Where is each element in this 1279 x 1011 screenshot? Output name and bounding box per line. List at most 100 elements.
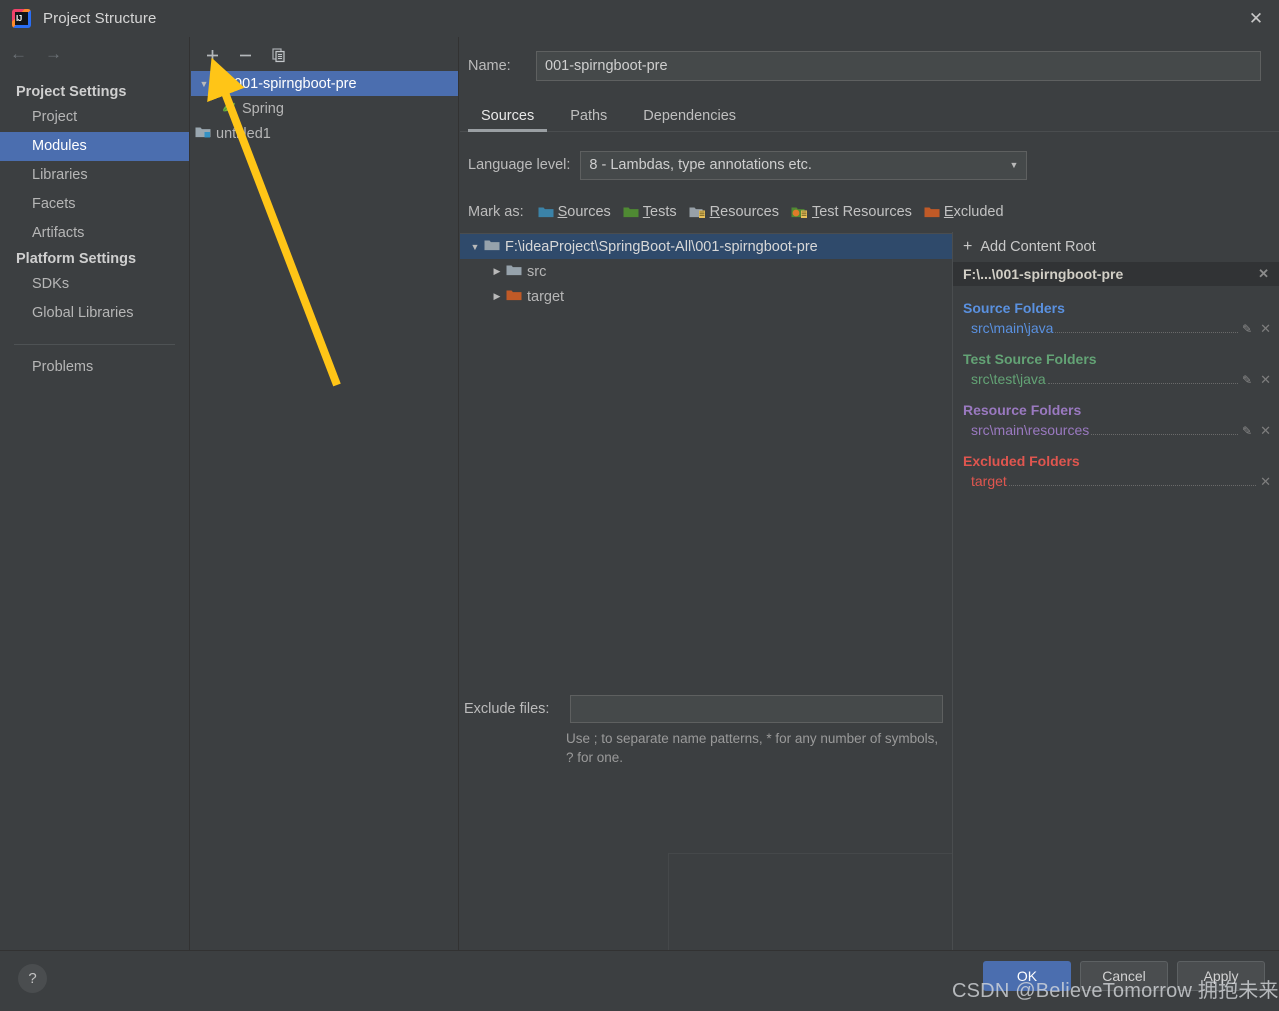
ok-button[interactable]: OK <box>983 961 1071 991</box>
exclude-files-input[interactable] <box>570 695 943 723</box>
remove-folder-icon[interactable]: ✕ <box>1260 372 1271 388</box>
folder-resources-icon <box>689 207 705 218</box>
chevron-down-icon[interactable]: ▼ <box>195 79 213 89</box>
remove-module-icon[interactable] <box>238 48 253 63</box>
source-folder-path: src\main\java <box>971 320 1054 336</box>
close-icon[interactable]: ✕ <box>1233 0 1279 37</box>
mark-as-tests-button[interactable]: Tests <box>623 204 677 220</box>
content-root-child-row[interactable]: ▶ target <box>460 284 952 309</box>
mark-as-test-resources-button[interactable]: Test Resources <box>791 204 912 220</box>
tab-sources[interactable]: Sources <box>468 104 548 132</box>
copy-module-icon[interactable] <box>271 47 287 63</box>
add-content-root-button[interactable]: + Add Content Root <box>953 232 1279 262</box>
help-button[interactable]: ? <box>18 964 47 993</box>
chevron-down-icon: ▼ <box>1009 160 1019 170</box>
language-level-label: Language level: <box>468 157 571 173</box>
tab-paths[interactable]: Paths <box>557 104 620 131</box>
remove-content-root-icon[interactable]: ✕ <box>1258 266 1269 282</box>
resource-folder-entry[interactable]: src\main\resources ✎ ✕ <box>963 422 1279 439</box>
tree-row[interactable]: ▼ 001-spirngboot-pre <box>191 71 458 96</box>
mark-as-excluded-button[interactable]: Excluded <box>924 204 1004 220</box>
sidebar-item-facets[interactable]: Facets <box>0 190 189 219</box>
module-tabs: Sources Paths Dependencies <box>460 101 1279 132</box>
leader-line <box>1008 485 1257 486</box>
sidebar-item-global-libraries[interactable]: Global Libraries <box>0 299 189 328</box>
tree-row-label: 001-spirngboot-pre <box>234 75 357 92</box>
test-source-folders-group: Test Source Folders src\test\java ✎ ✕ <box>953 351 1279 388</box>
tree-row-label: untitled1 <box>216 125 271 142</box>
add-module-icon[interactable] <box>205 48 220 63</box>
excluded-folder-entry[interactable]: target ✕ <box>963 473 1279 490</box>
sidebar-item-sdks[interactable]: SDKs <box>0 270 189 299</box>
tab-dependencies[interactable]: Dependencies <box>630 104 749 131</box>
module-tree-toolbar <box>191 37 458 65</box>
module-name-input[interactable] <box>536 51 1261 81</box>
chevron-right-icon[interactable]: ▶ <box>488 291 506 302</box>
content-root-header-label: F:\...\001-spirngboot-pre <box>963 266 1124 282</box>
leader-line <box>1091 434 1239 435</box>
sidebar-item-problems[interactable]: Problems <box>0 353 189 382</box>
test-source-folder-path: src\test\java <box>971 371 1046 387</box>
content-root-row[interactable]: ▼ F:\ideaProject\SpringBoot-All\001-spir… <box>460 234 952 259</box>
window-title: Project Structure <box>43 10 157 27</box>
excluded-folder-path: target <box>971 473 1007 489</box>
mark-excluded-mnemonic: E <box>943 204 954 220</box>
apply-button[interactable]: Apply <box>1177 961 1265 991</box>
logo-text: IJ <box>16 14 22 23</box>
folder-sources-icon <box>538 207 554 218</box>
mark-resources-mnemonic: R <box>709 204 721 220</box>
dialog-bottom-bar: ? OK Cancel Apply <box>0 950 1279 1011</box>
remove-folder-icon[interactable]: ✕ <box>1260 423 1271 439</box>
test-source-folder-entry[interactable]: src\test\java ✎ ✕ <box>963 371 1279 388</box>
mark-tests-mnemonic: T <box>642 204 651 220</box>
edit-pencil-icon[interactable]: ✎ <box>1242 424 1252 438</box>
sidebar-item-libraries[interactable]: Libraries <box>0 161 189 190</box>
content-root-child-label: src <box>527 263 547 280</box>
chevron-right-icon[interactable]: ▶ <box>488 266 506 277</box>
folder-excluded-icon <box>924 207 940 218</box>
mark-as-sources-button[interactable]: Sources <box>538 204 611 220</box>
module-folder-icon <box>195 125 211 143</box>
tree-row[interactable]: untitled1 <box>191 121 458 146</box>
content-roots-panel: + Add Content Root F:\...\001-spirngboot… <box>952 232 1279 950</box>
exclude-files-line: Exclude files: <box>460 695 952 723</box>
resource-folders-title: Resource Folders <box>963 402 1082 418</box>
content-root-child-label: target <box>527 288 565 305</box>
back-arrow-icon[interactable]: ← <box>10 45 27 62</box>
sidebar-divider <box>14 344 175 345</box>
exclude-files-row: Exclude files: Use ; to separate name pa… <box>460 695 952 767</box>
leader-line <box>1055 332 1239 333</box>
sidebar-item-modules[interactable]: Modules <box>0 132 189 161</box>
title-bar: IJ Project Structure ✕ <box>0 0 1279 37</box>
forward-arrow-icon[interactable]: → <box>45 45 62 62</box>
folder-test-resources-icon <box>791 207 807 218</box>
sidebar-list: Project Settings Project Modules Librari… <box>0 81 189 382</box>
project-structure-dialog: IJ Project Structure ✕ ← → Project Setti… <box>0 0 1279 1011</box>
remove-folder-icon[interactable]: ✕ <box>1260 321 1271 337</box>
mark-as-resources-button[interactable]: Resources <box>689 204 779 220</box>
cancel-button[interactable]: Cancel <box>1080 961 1168 991</box>
chevron-down-icon[interactable]: ▼ <box>466 242 484 252</box>
module-tree-panel: ▼ 001-spirngboot-pre Spring untitled1 <box>191 37 459 950</box>
sidebar-item-project[interactable]: Project <box>0 103 189 132</box>
content-root-child-row[interactable]: ▶ src <box>460 259 952 284</box>
exclude-files-label: Exclude files: <box>464 701 550 717</box>
mark-sources-mnemonic: S <box>557 204 568 220</box>
language-level-select[interactable]: 8 - Lambdas, type annotations etc. ▼ <box>580 150 1028 180</box>
tree-row[interactable]: Spring <box>191 96 458 121</box>
source-folder-entry[interactable]: src\main\java ✎ ✕ <box>963 320 1279 337</box>
source-folders-group: Source Folders src\main\java ✎ ✕ <box>953 300 1279 337</box>
module-name-label: Name: <box>468 58 511 74</box>
module-name-row: Name: <box>460 49 1279 83</box>
remove-folder-icon[interactable]: ✕ <box>1260 474 1271 490</box>
source-folders-title: Source Folders <box>963 300 1065 316</box>
content-root-header: F:\...\001-spirngboot-pre ✕ <box>953 262 1279 286</box>
folder-excluded-icon <box>506 288 522 306</box>
mark-tests-rest: ests <box>650 204 677 220</box>
sidebar-group-project-settings: Project Settings <box>16 84 127 100</box>
tree-row-label: Spring <box>242 100 284 117</box>
mark-sources-rest: ources <box>567 204 611 220</box>
sidebar-item-artifacts[interactable]: Artifacts <box>0 219 189 248</box>
edit-pencil-icon[interactable]: ✎ <box>1242 322 1252 336</box>
edit-pencil-icon[interactable]: ✎ <box>1242 373 1252 387</box>
